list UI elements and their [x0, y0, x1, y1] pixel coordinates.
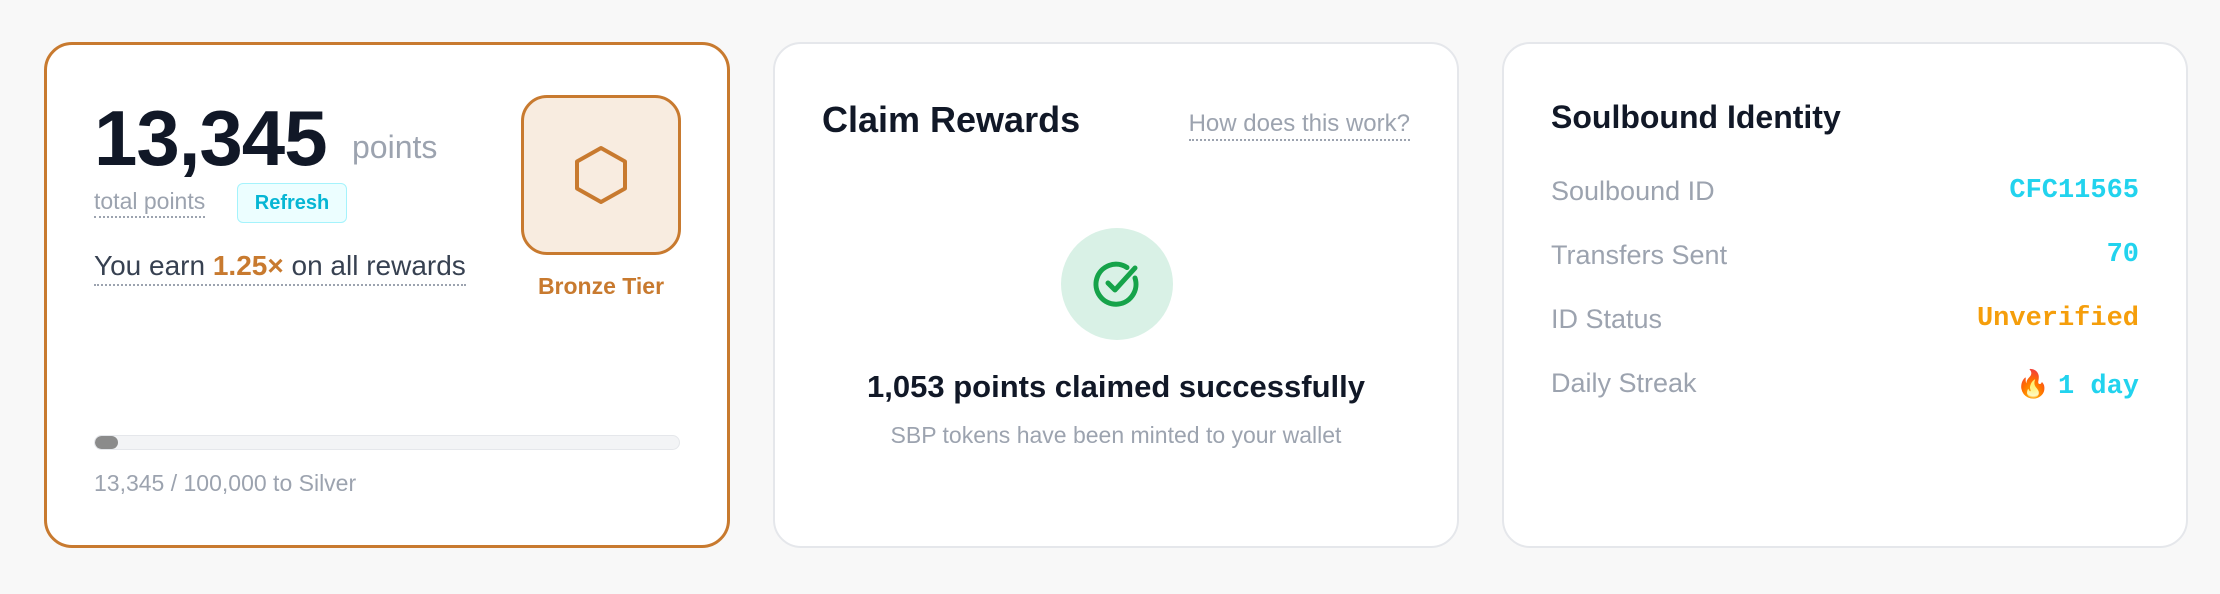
daily-streak-row: Daily Streak 🔥 1 day	[1551, 368, 2139, 408]
tier-progress-bar	[94, 435, 680, 450]
check-circle-icon	[1093, 261, 1139, 307]
earn-rate-text: You earn 1.25× on all rewards	[94, 250, 466, 286]
tier-badge	[521, 95, 681, 255]
soulbound-id-label: Soulbound ID	[1551, 176, 1715, 206]
claim-rewards-card: Claim Rewards How does this work? 1,053 …	[773, 42, 1459, 548]
soulbound-identity-card: Soulbound Identity Soulbound ID CFC11565…	[1502, 42, 2188, 548]
identity-title: Soulbound Identity	[1551, 99, 1841, 135]
id-status-value: Unverified	[1976, 304, 2139, 334]
daily-streak-value: 🔥 1 day	[2016, 368, 2139, 402]
claim-success-subtext: SBP tokens have been minted to your wall…	[890, 422, 1342, 448]
how-it-works-link[interactable]: How does this work?	[1188, 110, 1410, 141]
fire-icon: 🔥	[2016, 369, 2050, 400]
transfers-sent-label: Transfers Sent	[1551, 240, 1728, 270]
tier-progress-text: 13,345 / 100,000 to Silver	[94, 470, 357, 496]
claim-rewards-title: Claim Rewards	[822, 99, 1081, 140]
hexagon-icon	[575, 146, 627, 204]
tier-label: Bronze Tier	[537, 273, 665, 299]
daily-streak-count: 1 day	[2057, 372, 2139, 402]
claim-success-message: 1,053 points claimed successfully	[867, 369, 1365, 404]
transfers-sent-value: 70	[2106, 240, 2139, 270]
id-status-label: ID Status	[1551, 304, 1663, 334]
transfers-sent-row: Transfers Sent 70	[1551, 240, 2139, 280]
soulbound-id-value: CFC11565	[2009, 176, 2139, 206]
earn-prefix: You earn	[94, 250, 213, 281]
earn-suffix: on all rewards	[283, 250, 466, 281]
refresh-button[interactable]: Refresh	[237, 183, 347, 223]
points-unit: points	[352, 129, 438, 165]
soulbound-id-row: Soulbound ID CFC11565	[1551, 176, 2139, 216]
points-total: 13,345	[94, 94, 328, 182]
tier-progress-fill	[95, 436, 119, 449]
earn-multiplier: 1.25×	[212, 250, 284, 281]
total-points-label: total points	[94, 188, 206, 218]
success-badge	[1061, 228, 1173, 340]
daily-streak-label: Daily Streak	[1551, 368, 1697, 398]
points-card: 13,345 points total points Refresh You e…	[44, 42, 730, 548]
id-status-row: ID Status Unverified	[1551, 304, 2139, 344]
